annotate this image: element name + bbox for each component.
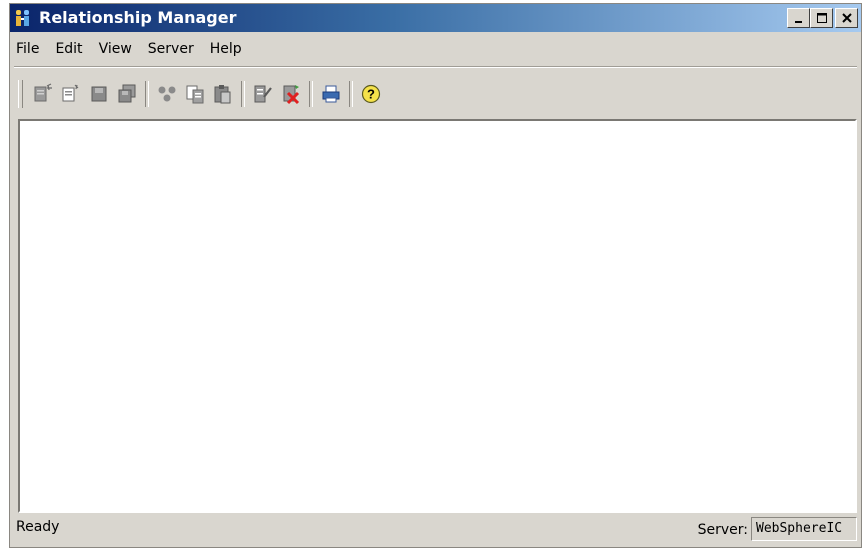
menu-separator	[14, 66, 857, 68]
close-icon	[841, 13, 852, 23]
minimize-icon	[794, 21, 802, 23]
title-bar[interactable]: Relationship Manager	[10, 4, 861, 32]
toolbar: ?	[18, 78, 385, 110]
print-icon	[322, 85, 340, 103]
menu-bar: File Edit View Server Help	[10, 36, 250, 62]
menu-help[interactable]: Help	[202, 36, 250, 62]
new-participant-button[interactable]	[57, 80, 85, 108]
cut-button[interactable]	[153, 80, 181, 108]
maximize-icon	[816, 13, 827, 23]
print-button[interactable]	[317, 80, 345, 108]
save-all-button[interactable]	[113, 80, 141, 108]
app-icon	[16, 10, 29, 26]
cut-icon	[158, 86, 176, 102]
new-relationship-button[interactable]	[29, 80, 57, 108]
maximize-button[interactable]	[810, 8, 833, 28]
edit-properties-icon	[254, 85, 272, 103]
toolbar-separator	[241, 81, 245, 107]
toolbar-grip[interactable]	[18, 80, 23, 108]
copy-icon	[186, 85, 204, 104]
close-button[interactable]	[835, 8, 858, 28]
toolbar-separator	[145, 81, 149, 107]
delete-button[interactable]	[277, 80, 305, 108]
help-icon: ?	[361, 84, 381, 104]
new-relationship-icon	[34, 83, 52, 102]
window-controls	[787, 8, 858, 28]
minimize-button[interactable]	[787, 8, 810, 28]
save-all-icon	[118, 84, 136, 103]
status-text: Ready	[16, 519, 60, 535]
menu-server[interactable]: Server	[140, 36, 202, 62]
delete-icon	[283, 85, 300, 105]
edit-properties-button[interactable]	[249, 80, 277, 108]
menu-view[interactable]: View	[91, 36, 140, 62]
server-label: Server:	[697, 522, 748, 538]
window-title: Relationship Manager	[39, 8, 237, 27]
copy-button[interactable]	[181, 80, 209, 108]
new-participant-icon	[62, 84, 79, 102]
content-area[interactable]	[18, 119, 857, 513]
status-bar: Ready Server: WebSphereIC	[10, 513, 861, 547]
paste-button[interactable]	[209, 80, 237, 108]
paste-icon	[214, 85, 231, 104]
help-button[interactable]: ?	[357, 80, 385, 108]
save-icon	[91, 86, 107, 102]
menu-file[interactable]: File	[10, 36, 47, 62]
save-button[interactable]	[85, 80, 113, 108]
main-window: Relationship Manager File Edit View Serv…	[9, 3, 862, 548]
toolbar-separator	[349, 81, 353, 107]
server-value: WebSphereIC	[751, 517, 857, 541]
toolbar-separator	[309, 81, 313, 107]
menu-edit[interactable]: Edit	[47, 36, 90, 62]
svg-text:?: ?	[367, 87, 375, 102]
